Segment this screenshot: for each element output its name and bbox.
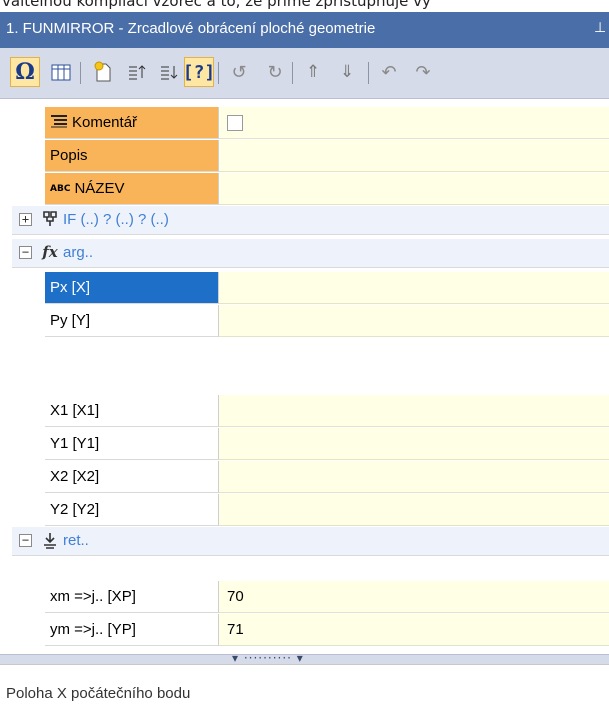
help-button[interactable]: [?] — [182, 57, 216, 87]
rotate-right-icon: ↻ — [267, 61, 283, 83]
name-label: NÁZEV — [74, 180, 125, 197]
expand-icon[interactable]: + — [19, 213, 32, 226]
new-button[interactable] — [88, 57, 118, 87]
omega-button[interactable]: Ω — [10, 57, 40, 87]
grid-gutter — [0, 99, 12, 654]
arg-row[interactable]: Y1 [Y1] — [12, 428, 609, 461]
comment-label-cell: Komentář — [45, 107, 219, 139]
ret-label-cell: xm =>j.. [XP] — [45, 581, 219, 613]
toolbar-separator — [292, 62, 293, 84]
description-label-cell: Popis — [45, 140, 219, 172]
arg-row[interactable]: Y2 [Y2] — [12, 494, 609, 527]
toolbar-separator — [368, 62, 369, 84]
arg-value-cell[interactable] — [219, 272, 609, 304]
pin-icon[interactable]: ⊥ — [594, 20, 606, 36]
name-label-cell: ABC NÁZEV — [45, 173, 219, 205]
arg-group-label: arg.. — [63, 244, 94, 261]
description-panel: Poloha X počátečního bodu — [0, 664, 609, 718]
rotate-left-button[interactable]: ↺ — [224, 57, 254, 87]
move-up-button[interactable]: ⇑ — [298, 57, 328, 87]
property-grid: Komentář Popis ABC NÁZEV + IF (..) ? (..… — [12, 99, 609, 654]
arg-label-cell: X2 [X2] — [45, 461, 219, 493]
splitter-grip[interactable]: ▾ ·········· ▾ — [232, 651, 304, 665]
arg-row[interactable]: X1 [X1] — [12, 395, 609, 428]
arg-label-cell: Y1 [Y1] — [45, 428, 219, 460]
arg-group-header[interactable]: − fx arg.. — [12, 239, 609, 268]
arg-value-cell[interactable] — [219, 494, 609, 526]
ret-value-cell[interactable]: 70 — [219, 581, 609, 613]
undo-icon: ↶ — [381, 61, 397, 83]
top-strip: vaitelnou kompilaci vzorec a to, ze prim… — [0, 0, 609, 12]
arg-label-cell — [45, 338, 219, 387]
abc-icon: ABC — [50, 183, 71, 194]
window-title: 1. FUNMIRROR - Zrcadlové obrácení ploché… — [6, 20, 376, 37]
ret-row[interactable]: xm =>j.. [XP] 70 — [12, 581, 609, 614]
toolbar: Ω [?] ↺ ↻ ⇑ ⇓ ↶ ↷ — [0, 48, 609, 99]
arg-value-cell[interactable] — [219, 428, 609, 460]
move-up-icon: ⇑ — [305, 62, 321, 82]
omega-icon: Ω — [15, 59, 35, 85]
sort-asc-button[interactable] — [122, 57, 152, 87]
ret-row[interactable]: ym =>j.. [YP] 71 — [12, 614, 609, 647]
ret-group-header[interactable]: − ret.. — [12, 527, 609, 556]
arg-value-cell[interactable] — [219, 461, 609, 493]
arg-row[interactable]: X2 [X2] — [12, 461, 609, 494]
new-document-icon — [94, 61, 111, 82]
ret-group-label: ret.. — [63, 532, 89, 549]
if-group-header[interactable]: + IF (..) ? (..) ? (..) — [12, 206, 609, 235]
comment-label: Komentář — [72, 114, 138, 131]
description-value-cell[interactable] — [219, 140, 609, 172]
if-group-label: IF (..) ? (..) ? (..) — [63, 211, 169, 228]
if-condition-icon — [39, 208, 61, 230]
collapse-icon[interactable]: − — [19, 246, 32, 259]
redo-icon: ↷ — [415, 61, 431, 83]
name-value-cell[interactable] — [219, 173, 609, 205]
window-title-bar[interactable]: 1. FUNMIRROR - Zrcadlové obrácení ploché… — [0, 12, 609, 48]
comment-value-cell[interactable] — [219, 107, 609, 139]
arg-row-empty — [12, 338, 609, 388]
toolbar-separator — [218, 62, 219, 84]
arg-value-cell — [219, 338, 609, 387]
grid-icon — [51, 64, 71, 81]
collapse-icon[interactable]: − — [19, 534, 32, 547]
function-icon: fx — [42, 243, 58, 261]
arg-label-cell: X1 [X1] — [45, 395, 219, 427]
arg-row[interactable]: Py [Y] — [12, 305, 609, 338]
rotate-left-icon: ↺ — [231, 61, 247, 83]
comment-row[interactable]: Komentář — [12, 107, 609, 140]
undo-button[interactable]: ↶ — [374, 57, 404, 87]
move-down-icon: ⇓ — [339, 62, 355, 82]
arg-value-cell[interactable] — [219, 305, 609, 337]
comment-checkbox[interactable] — [227, 114, 243, 131]
comment-icon — [50, 114, 72, 132]
description-label: Popis — [50, 147, 88, 164]
redo-button[interactable]: ↷ — [408, 57, 438, 87]
sort-desc-button[interactable] — [154, 57, 184, 87]
return-icon — [39, 529, 61, 551]
top-strip-text: vaitelnou kompilaci vzorec a to, ze prim… — [2, 0, 431, 10]
sort-descending-icon — [161, 66, 178, 80]
ret-label-cell: ym =>j.. [YP] — [45, 614, 219, 646]
status-description: Poloha X počátečního bodu — [6, 685, 191, 702]
help-icon: [?] — [182, 61, 216, 83]
description-row[interactable]: Popis — [12, 140, 609, 173]
sort-ascending-icon — [129, 65, 146, 80]
name-row[interactable]: ABC NÁZEV — [12, 173, 609, 206]
arg-value-cell[interactable] — [219, 395, 609, 427]
arg-row[interactable]: Px [X] — [12, 272, 609, 305]
rotate-right-button[interactable]: ↻ — [260, 57, 290, 87]
arg-label-cell: Y2 [Y2] — [45, 494, 219, 526]
arg-label-cell: Px [X] — [45, 272, 219, 304]
grid-button[interactable] — [46, 57, 76, 87]
arg-label-cell: Py [Y] — [45, 305, 219, 337]
move-down-button[interactable]: ⇓ — [332, 57, 362, 87]
ret-value-cell[interactable]: 71 — [219, 614, 609, 646]
toolbar-separator — [80, 62, 81, 84]
